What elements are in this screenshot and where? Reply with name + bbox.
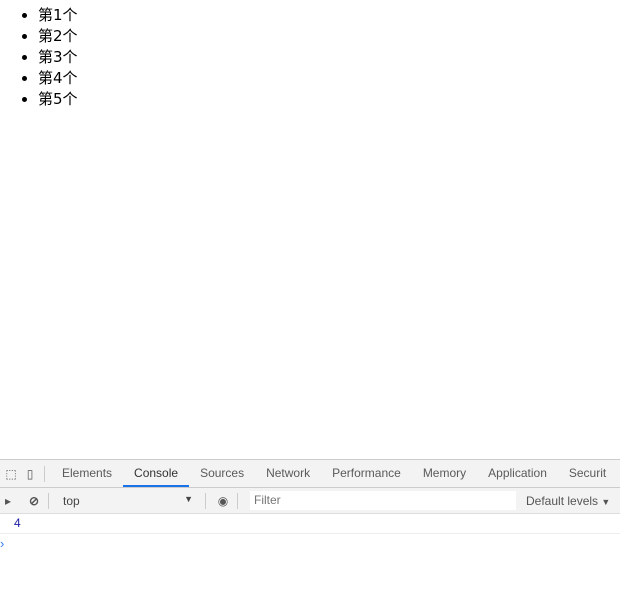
chevron-down-icon: ▼ [184,493,193,504]
devtools-tabbar: ⬚ ▯ Elements Console Sources Network Per… [0,459,620,488]
eye-icon[interactable]: ◉ [215,493,231,509]
tab-application[interactable]: Application [477,460,558,487]
divider [44,465,45,482]
levels-label: Default levels [526,493,599,508]
context-select[interactable]: top ▼ [55,494,199,508]
tab-console[interactable]: Console [123,460,190,487]
item-list: 第1个 第2个 第3个 第4个 第5个 [0,5,78,110]
tab-memory[interactable]: Memory [412,460,477,487]
divider [48,492,49,509]
list-item: 第4个 [38,68,78,89]
context-value: top [63,493,80,508]
console-toolbar: ▸ ⊘ top ▼ ◉ Default levels ▼ [0,488,620,514]
list-item: 第1个 [38,5,78,26]
chevron-down-icon: ▼ [601,496,611,507]
device-toolbar-icon[interactable]: ▯ [22,466,38,482]
divider [205,492,206,509]
inspect-element-icon[interactable]: ⬚ [3,466,19,482]
list-item: 第2个 [38,26,78,47]
tab-elements[interactable]: Elements [51,460,123,487]
tab-security[interactable]: Securit [558,460,617,487]
list-item: 第3个 [38,47,78,68]
sidebar-toggle-icon[interactable]: ▸ [0,493,16,509]
list-item: 第5个 [38,89,78,110]
console-message: 4 [0,514,620,534]
filter-input[interactable] [250,491,516,510]
clear-console-icon[interactable]: ⊘ [26,493,42,509]
console-prompt[interactable]: › [0,534,620,553]
tab-sources[interactable]: Sources [189,460,255,487]
devtools-panel: ⬚ ▯ Elements Console Sources Network Per… [0,459,620,608]
levels-dropdown[interactable]: Default levels ▼ [526,494,610,508]
tab-performance[interactable]: Performance [321,460,412,487]
tab-network[interactable]: Network [255,460,321,487]
divider [237,492,238,509]
